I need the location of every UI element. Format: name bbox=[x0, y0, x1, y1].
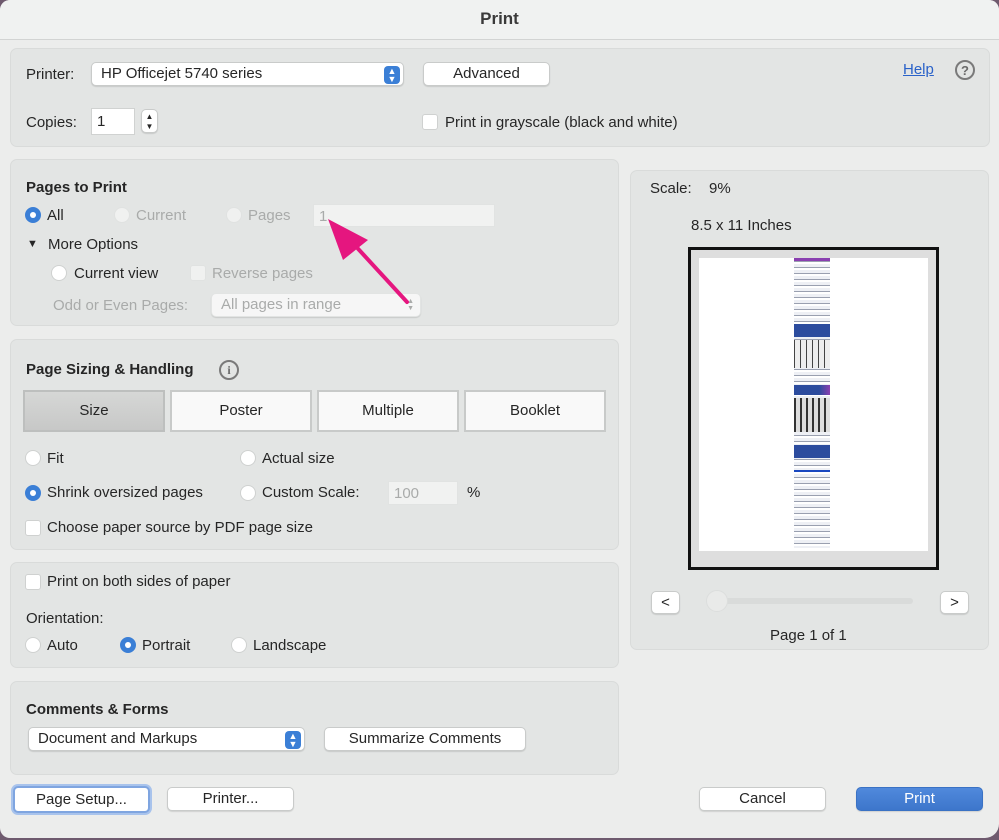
page-sizing-heading: Page Sizing & Handling bbox=[26, 361, 194, 378]
grayscale-label: Print in grayscale (black and white) bbox=[445, 114, 678, 131]
odd-even-label: Odd or Even Pages: bbox=[53, 297, 189, 314]
reverse-pages-checkbox[interactable] bbox=[190, 265, 206, 281]
preview-chart-block bbox=[794, 445, 830, 458]
radio-current[interactable] bbox=[114, 207, 130, 223]
radio-pages[interactable] bbox=[226, 207, 242, 223]
print-dialog: Print Printer: HP Officejet 5740 series … bbox=[0, 0, 999, 838]
radio-pages-label: Pages bbox=[248, 207, 291, 224]
next-page-button[interactable]: > bbox=[940, 591, 969, 614]
radio-auto-label: Auto bbox=[47, 637, 78, 654]
paper-size-label: 8.5 x 11 Inches bbox=[691, 217, 792, 234]
copies-label: Copies: bbox=[26, 114, 77, 131]
comments-forms-heading: Comments & Forms bbox=[26, 701, 169, 718]
printer-label: Printer: bbox=[26, 66, 75, 83]
preview-chart-block bbox=[794, 324, 830, 337]
radio-portrait-label: Portrait bbox=[142, 637, 191, 654]
page-indicator: Page 1 of 1 bbox=[770, 627, 847, 644]
tab-poster[interactable]: Poster bbox=[170, 390, 312, 432]
preview-chart-block bbox=[794, 385, 830, 395]
custom-scale-input[interactable]: 100 bbox=[388, 481, 458, 505]
orientation-label: Orientation: bbox=[26, 610, 104, 627]
comments-forms-select[interactable]: Document and Markups ▲ ▼ bbox=[28, 727, 305, 751]
select-stepper-icon: ▲ ▼ bbox=[384, 66, 400, 84]
radio-all[interactable] bbox=[25, 207, 41, 223]
preview-table-block bbox=[794, 340, 830, 368]
radio-portrait[interactable] bbox=[120, 637, 136, 653]
radio-actual-size[interactable] bbox=[240, 450, 256, 466]
printer-select-value: HP Officejet 5740 series bbox=[101, 65, 263, 82]
tab-size[interactable]: Size bbox=[23, 390, 165, 432]
radio-fit[interactable] bbox=[25, 450, 41, 466]
cancel-button[interactable]: Cancel bbox=[699, 787, 826, 811]
summarize-comments-button[interactable]: Summarize Comments bbox=[324, 727, 526, 751]
page-preview-frame bbox=[688, 247, 939, 570]
radio-custom-scale-label: Custom Scale: bbox=[262, 484, 360, 501]
previous-page-button[interactable]: < bbox=[651, 591, 680, 614]
dialog-title: Print bbox=[0, 0, 999, 40]
help-link[interactable]: Help bbox=[903, 61, 934, 78]
printer-select[interactable]: HP Officejet 5740 series ▲ ▼ bbox=[91, 62, 404, 86]
radio-current-view[interactable] bbox=[51, 265, 67, 281]
tab-booklet[interactable]: Booklet bbox=[464, 390, 606, 432]
reverse-pages-label: Reverse pages bbox=[212, 265, 313, 282]
paper-source-checkbox[interactable] bbox=[25, 520, 41, 536]
both-sides-checkbox[interactable] bbox=[25, 574, 41, 590]
annotation-arrow bbox=[328, 219, 409, 304]
radio-shrink-oversized[interactable] bbox=[25, 485, 41, 501]
radio-landscape[interactable] bbox=[231, 637, 247, 653]
copies-stepper[interactable]: ▲ ▼ bbox=[141, 109, 158, 133]
radio-actual-size-label: Actual size bbox=[262, 450, 335, 467]
both-sides-label: Print on both sides of paper bbox=[47, 573, 231, 590]
print-button[interactable]: Print bbox=[856, 787, 983, 811]
page-slider-track[interactable] bbox=[712, 598, 913, 604]
preview-chart-block bbox=[794, 470, 830, 472]
printer-button[interactable]: Printer... bbox=[167, 787, 294, 811]
more-options-toggle[interactable]: More Options bbox=[48, 236, 138, 253]
comments-forms-select-value: Document and Markups bbox=[38, 730, 198, 747]
preview-table-block bbox=[794, 398, 830, 432]
paper-source-label: Choose paper source by PDF page size bbox=[47, 519, 313, 536]
select-stepper-icon: ▲ ▼ bbox=[285, 731, 301, 749]
tab-multiple[interactable]: Multiple bbox=[317, 390, 459, 432]
page-setup-button[interactable]: Page Setup... bbox=[13, 786, 150, 813]
question-circle-icon[interactable]: ? bbox=[955, 60, 975, 80]
radio-fit-label: Fit bbox=[47, 450, 64, 467]
scale-value: 9% bbox=[709, 180, 731, 197]
advanced-button[interactable]: Advanced bbox=[423, 62, 550, 86]
info-icon[interactable]: i bbox=[219, 360, 239, 380]
radio-landscape-label: Landscape bbox=[253, 637, 327, 654]
copies-input[interactable]: 1 bbox=[91, 108, 135, 135]
percent-label: % bbox=[467, 484, 481, 501]
radio-all-label: All bbox=[47, 207, 64, 224]
radio-custom-scale[interactable] bbox=[240, 485, 256, 501]
radio-shrink-oversized-label: Shrink oversized pages bbox=[47, 484, 203, 501]
preview-chart-block bbox=[794, 258, 830, 261]
page-slider-thumb[interactable] bbox=[706, 590, 728, 612]
page-preview-content bbox=[794, 258, 830, 548]
radio-current-label: Current bbox=[136, 207, 187, 224]
page-preview-paper bbox=[699, 258, 928, 551]
grayscale-checkbox[interactable] bbox=[422, 114, 438, 130]
radio-current-view-label: Current view bbox=[74, 265, 159, 282]
radio-auto[interactable] bbox=[25, 637, 41, 653]
pages-to-print-heading: Pages to Print bbox=[26, 179, 127, 196]
scale-label: Scale: bbox=[650, 180, 692, 197]
disclosure-triangle-icon[interactable]: ▼ bbox=[27, 238, 38, 250]
